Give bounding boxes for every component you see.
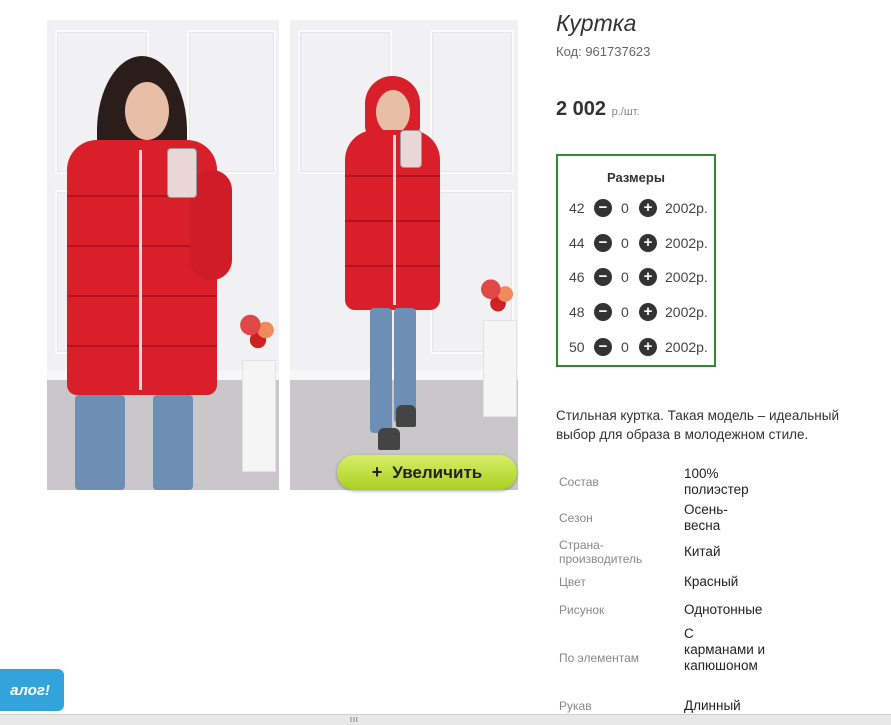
- sizes-title: Размеры: [607, 170, 665, 185]
- size-row-44: 44 − 0 + 2002р.: [558, 233, 718, 253]
- price-unit: р./шт.: [611, 106, 640, 118]
- property-label: Страна-производитель: [559, 538, 643, 566]
- product-code: Код: 961737623: [556, 44, 651, 59]
- wall-panel: [430, 30, 514, 174]
- horizontal-scrollbar[interactable]: III: [0, 714, 891, 725]
- property-label: Рисунок: [559, 603, 605, 617]
- jacket: [345, 130, 440, 310]
- product-photo-hood[interactable]: [290, 20, 518, 490]
- side-table: [242, 360, 276, 472]
- zoom-button[interactable]: + Увеличить: [337, 455, 517, 490]
- size-quantity[interactable]: 0: [621, 200, 629, 216]
- property-value: Однотонные: [684, 602, 763, 617]
- size-quantity[interactable]: 0: [621, 304, 629, 320]
- size-price: 2002р.: [665, 235, 708, 251]
- size-price: 2002р.: [665, 269, 708, 285]
- product-description: Стильная куртка. Такая модель – идеальны…: [556, 408, 839, 442]
- jeans: [370, 308, 392, 433]
- plus-icon[interactable]: +: [639, 199, 657, 217]
- plus-icon[interactable]: +: [639, 303, 657, 321]
- size-row-46: 46 − 0 + 2002р.: [558, 267, 718, 287]
- size-row-42: 42 − 0 + 2002р.: [558, 198, 718, 218]
- plus-icon[interactable]: +: [639, 338, 657, 356]
- property-value: 100% полиэстер: [684, 466, 749, 497]
- size-label: 44: [569, 235, 585, 251]
- property-label: Состав: [559, 475, 599, 489]
- property-value: Осень-весна: [684, 502, 728, 533]
- minus-icon[interactable]: −: [594, 303, 612, 321]
- property-value: Китай: [684, 544, 721, 559]
- size-row-50: 50 − 0 + 2002р.: [558, 337, 718, 357]
- plus-icon: +: [371, 462, 383, 482]
- product-price: 2 002 р./шт.: [556, 98, 640, 121]
- size-label: 50: [569, 339, 585, 355]
- zipper: [139, 150, 142, 390]
- size-row-48: 48 − 0 + 2002р.: [558, 302, 718, 322]
- property-label: Сезон: [559, 511, 593, 525]
- plus-icon[interactable]: +: [639, 268, 657, 286]
- sizes-panel: Размеры 42 − 0 + 2002р. 44 − 0 + 2002р. …: [556, 154, 716, 367]
- minus-icon[interactable]: −: [594, 268, 612, 286]
- jeans: [153, 395, 193, 490]
- product-photo-front[interactable]: [47, 20, 279, 490]
- size-label: 48: [569, 304, 585, 320]
- phone: [167, 148, 197, 198]
- jeans: [75, 395, 125, 490]
- size-label: 46: [569, 269, 585, 285]
- size-quantity[interactable]: 0: [621, 339, 629, 355]
- zoom-button-label: Увеличить: [392, 462, 483, 482]
- size-quantity[interactable]: 0: [621, 235, 629, 251]
- property-label: По элементам: [559, 651, 640, 665]
- face: [125, 82, 169, 140]
- size-label: 42: [569, 200, 585, 216]
- size-quantity[interactable]: 0: [621, 269, 629, 285]
- zipper: [393, 135, 396, 305]
- scroll-grip-icon[interactable]: III: [350, 717, 359, 724]
- shoe: [378, 428, 400, 450]
- property-value: Длинный: [684, 698, 741, 713]
- price-value: 2 002: [556, 98, 607, 120]
- size-price: 2002р.: [665, 339, 708, 355]
- plus-icon[interactable]: +: [639, 234, 657, 252]
- shoe: [396, 405, 416, 427]
- property-value: Красный: [684, 574, 739, 589]
- minus-icon[interactable]: −: [594, 199, 612, 217]
- flowers: [480, 270, 516, 318]
- size-price: 2002р.: [665, 304, 708, 320]
- property-label: Рукав: [559, 699, 592, 713]
- catalog-tab[interactable]: алог!: [0, 667, 66, 713]
- side-table: [483, 320, 517, 417]
- phone: [400, 130, 422, 168]
- size-price: 2002р.: [665, 200, 708, 216]
- minus-icon[interactable]: −: [594, 234, 612, 252]
- flowers: [239, 305, 277, 355]
- face: [376, 90, 410, 134]
- property-value: С карманами и капюшоном: [684, 626, 766, 673]
- property-label: Цвет: [559, 575, 586, 589]
- minus-icon[interactable]: −: [594, 338, 612, 356]
- product-title: Куртка: [556, 10, 637, 36]
